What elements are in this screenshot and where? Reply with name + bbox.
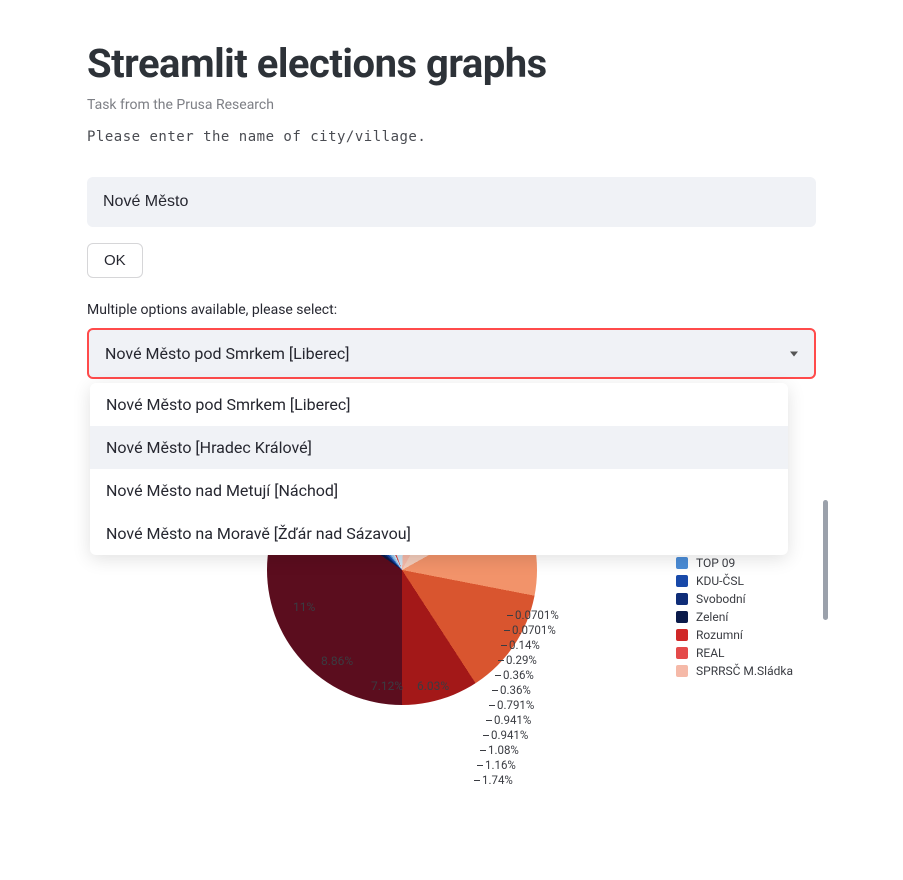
legend-row[interactable]: SPRRSČ M.Sládka	[676, 662, 816, 680]
city-select-value: Nové Město pod Smrkem [Liberec]	[105, 344, 350, 363]
small-slice-label: 0.791%	[497, 698, 534, 712]
leader-tick	[477, 765, 483, 766]
legend-label: TOP 09	[696, 556, 735, 570]
city-select-option[interactable]: Nové Město nad Metují [Náchod]	[90, 469, 788, 512]
small-slice-label: 1.08%	[488, 743, 519, 757]
chevron-down-icon	[790, 351, 798, 356]
legend-swatch	[676, 593, 688, 605]
small-slice-label: 0.36%	[500, 683, 531, 697]
legend-label: Zelení	[696, 610, 728, 624]
ok-button[interactable]: OK	[87, 243, 143, 278]
small-slice-label: 0.0701%	[515, 608, 559, 622]
small-slice-label: 0.941%	[491, 728, 528, 742]
pie-label-8-86: 8.86%	[321, 654, 353, 668]
legend-swatch	[676, 557, 688, 569]
legend-swatch	[676, 647, 688, 659]
legend-scrollbar[interactable]	[823, 500, 828, 620]
select-label: Multiple options available, please selec…	[87, 302, 816, 318]
small-slice-label: 1.16%	[485, 758, 516, 772]
leader-tick	[507, 615, 513, 616]
leader-tick	[486, 720, 492, 721]
small-slice-label: 0.0701%	[512, 623, 556, 637]
legend-label: Rozumní	[696, 628, 743, 642]
legend-swatch	[676, 629, 688, 641]
legend-row[interactable]: Rozumní	[676, 626, 816, 644]
leader-tick	[498, 660, 504, 661]
leader-tick	[483, 735, 489, 736]
page-root: Streamlit elections graphs Task from the…	[0, 0, 903, 865]
leader-tick	[501, 645, 507, 646]
city-select-dropdown: Nové Město pod Smrkem [Liberec]Nové Měst…	[90, 383, 788, 555]
small-slice-label: 0.14%	[509, 638, 540, 652]
small-slice-label: 0.941%	[494, 713, 531, 727]
leader-tick	[492, 690, 498, 691]
legend-row[interactable]: Svobodní	[676, 590, 816, 608]
legend-swatch	[676, 575, 688, 587]
leader-tick	[495, 675, 501, 676]
leader-tick	[480, 750, 486, 751]
leader-tick	[489, 705, 495, 706]
city-select-option[interactable]: Nové Město pod Smrkem [Liberec]	[90, 383, 788, 426]
legend-label: Svobodní	[696, 592, 746, 606]
city-select-option[interactable]: Nové Město na Moravě [Žďár nad Sázavou]	[90, 512, 788, 555]
legend-label: SPRRSČ M.Sládka	[696, 664, 793, 678]
city-select-option[interactable]: Nové Město [Hradec Králové]	[90, 426, 788, 469]
legend-swatch	[676, 665, 688, 677]
city-select[interactable]: Nové Město pod Smrkem [Liberec]	[87, 328, 816, 379]
small-slice-label: 1.74%	[482, 773, 513, 787]
pie-label-11: 11%	[293, 600, 315, 614]
legend-row[interactable]: REAL	[676, 644, 816, 662]
pie-label-7-12: 7.12%	[371, 679, 403, 693]
legend-row[interactable]: KDU-ČSL	[676, 572, 816, 590]
prompt-line: Please enter the name of city/village.	[87, 129, 816, 145]
leader-tick	[474, 780, 480, 781]
task-line: Task from the Prusa Research	[87, 97, 816, 113]
pie-label-6-03: 6.03%	[417, 679, 449, 693]
legend-swatch	[676, 611, 688, 623]
small-slice-label: 0.29%	[506, 653, 537, 667]
legend-label: REAL	[696, 646, 725, 660]
small-slice-label: 0.36%	[503, 668, 534, 682]
page-title: Streamlit elections graphs	[87, 40, 816, 87]
legend-label: KDU-ČSL	[696, 574, 744, 588]
legend-row[interactable]: Zelení	[676, 608, 816, 626]
leader-tick	[504, 630, 510, 631]
legend-row[interactable]: TOP 09	[676, 554, 816, 572]
city-input[interactable]	[87, 177, 816, 227]
